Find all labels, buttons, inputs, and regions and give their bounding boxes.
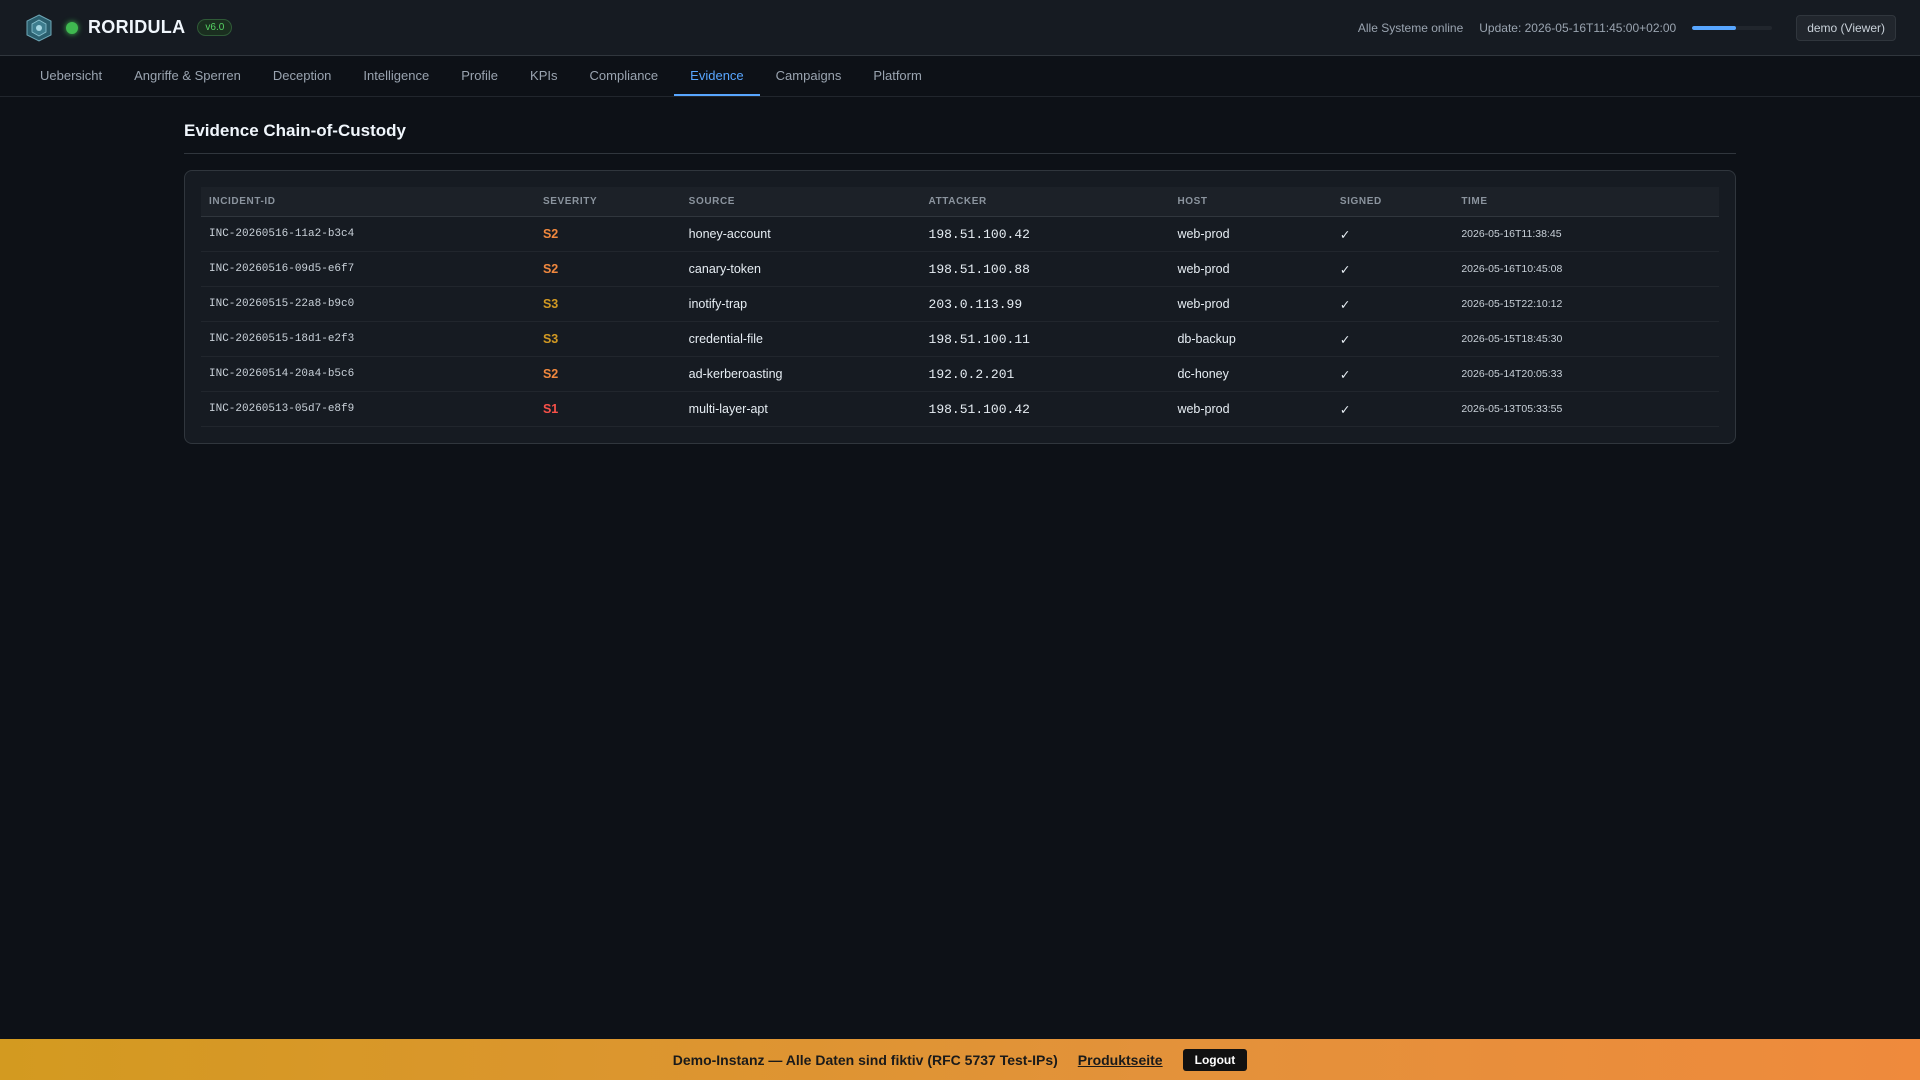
column-header-incident-id[interactable]: INCIDENT-ID xyxy=(201,187,535,217)
attacker-ip-cell: 203.0.113.99 xyxy=(920,286,1170,322)
table-row[interactable]: INC-20260515-18d1-e2f3 S3 credential-file 1… xyxy=(201,321,1719,357)
app-title: RORIDULA xyxy=(88,17,186,37)
time-cell: 2026-05-15T18:45:30 xyxy=(1453,321,1719,357)
attacker-ip-cell: 192.0.2.201 xyxy=(920,356,1170,392)
tab-campaigns[interactable]: Campaigns xyxy=(760,56,858,96)
main-nav: Uebersicht Angriffe & Sperren Deception … xyxy=(0,56,1920,97)
time-cell: 2026-05-15T22:10:12 xyxy=(1453,286,1719,322)
tab-platform[interactable]: Platform xyxy=(857,56,937,96)
refresh-progress-bar xyxy=(1692,25,1773,30)
signed-cell: ✓ xyxy=(1331,391,1454,427)
version-badge: v6.0 xyxy=(197,19,233,36)
tab-angriffe-sperren[interactable]: Angriffe & Sperren xyxy=(118,56,257,96)
host-cell: web-prod xyxy=(1169,391,1332,427)
signed-cell: ✓ xyxy=(1331,321,1454,357)
attacker-ip-cell: 198.51.100.88 xyxy=(920,251,1170,287)
user-menu-button[interactable]: demo (Viewer) xyxy=(1796,14,1896,41)
system-status-text: Alle Systeme online xyxy=(1357,20,1464,35)
severity-cell: S2 xyxy=(534,251,681,287)
attacker-ip-cell: 198.51.100.11 xyxy=(920,321,1170,357)
host-cell: dc-honey xyxy=(1169,356,1332,392)
column-header-time[interactable]: TIME xyxy=(1453,187,1719,217)
evidence-table: INCIDENT-ID SEVERITY SOURCE ATTACKER HOS… xyxy=(201,187,1719,427)
tab-kpis[interactable]: KPIs xyxy=(514,56,573,96)
tab-compliance[interactable]: Compliance xyxy=(574,56,675,96)
host-cell: web-prod xyxy=(1169,286,1332,322)
tab-uebersicht[interactable]: Uebersicht xyxy=(24,56,118,96)
source-cell: ad-kerberoasting xyxy=(680,356,921,392)
page-title: Evidence Chain-of-Custody xyxy=(184,121,1736,154)
attacker-ip-cell: 198.51.100.42 xyxy=(920,216,1170,252)
time-cell: 2026-05-16T11:38:45 xyxy=(1453,216,1719,252)
product-page-link[interactable]: Produktseite xyxy=(1078,1052,1163,1068)
update-timestamp: Update: 2026-05-16T11:45:00+02:00 xyxy=(1479,20,1677,35)
incident-id-cell: INC-20260515-18d1-e2f3 xyxy=(201,321,535,357)
column-header-signed[interactable]: SIGNED xyxy=(1331,187,1454,217)
time-cell: 2026-05-16T10:45:08 xyxy=(1453,251,1719,287)
tab-profile[interactable]: Profile xyxy=(445,56,514,96)
host-cell: db-backup xyxy=(1169,321,1332,357)
host-cell: web-prod xyxy=(1169,251,1332,287)
demo-banner: Demo-Instanz — Alle Daten sind fiktiv (R… xyxy=(0,1039,1920,1080)
refresh-progress-fill xyxy=(1692,25,1737,30)
tab-evidence[interactable]: Evidence xyxy=(674,56,760,96)
severity-cell: S2 xyxy=(534,216,681,252)
logout-button[interactable]: Logout xyxy=(1182,1048,1248,1071)
severity-cell: S2 xyxy=(534,356,681,392)
signed-cell: ✓ xyxy=(1331,286,1454,322)
demo-notice: Demo-Instanz — Alle Daten sind fiktiv (R… xyxy=(672,1051,1058,1068)
source-cell: credential-file xyxy=(680,321,921,357)
table-header-row: INCIDENT-ID SEVERITY SOURCE ATTACKER HOS… xyxy=(201,187,1719,217)
tab-deception[interactable]: Deception xyxy=(257,56,348,96)
source-cell: canary-token xyxy=(680,251,921,287)
table-row[interactable]: INC-20260514-20a4-b5c6 S2 ad-kerberoasting… xyxy=(201,356,1719,392)
incident-id-cell: INC-20260515-22a8-b9c0 xyxy=(201,286,535,322)
severity-cell: S1 xyxy=(534,391,681,427)
source-cell: multi-layer-apt xyxy=(680,391,921,427)
time-cell: 2026-05-13T05:33:55 xyxy=(1453,391,1719,427)
header-status-area: Alle Systeme online Update: 2026-05-16T1… xyxy=(1357,14,1896,41)
severity-cell: S3 xyxy=(534,321,681,357)
table-body: INC-20260516-11a2-b3c4 S2 honey-account 198… xyxy=(201,216,1719,427)
source-cell: honey-account xyxy=(680,216,921,252)
signed-cell: ✓ xyxy=(1331,216,1454,252)
incident-id-cell: INC-20260516-09d5-e6f7 xyxy=(201,251,535,287)
top-bar: RORIDULA v6.0 Alle Systeme online Update… xyxy=(0,0,1920,56)
incident-id-cell: INC-20260513-05d7-e8f9 xyxy=(201,391,535,427)
online-status-dot xyxy=(66,21,78,34)
incident-id-cell: INC-20260514-20a4-b5c6 xyxy=(201,356,535,392)
table-row[interactable]: INC-20260515-22a8-b9c0 S3 inotify-trap 203.… xyxy=(201,286,1719,322)
brand: RORIDULA v6.0 xyxy=(24,13,233,43)
evidence-table-card: INCIDENT-ID SEVERITY SOURCE ATTACKER HOS… xyxy=(184,170,1736,444)
table-row[interactable]: INC-20260513-05d7-e8f9 S1 multi-layer-apt 1… xyxy=(201,391,1719,427)
incident-id-cell: INC-20260516-11a2-b3c4 xyxy=(201,216,535,252)
attacker-ip-cell: 198.51.100.42 xyxy=(920,391,1170,427)
column-header-attacker[interactable]: ATTACKER xyxy=(920,187,1170,217)
main-content: Evidence Chain-of-Custody INCIDENT-ID SE… xyxy=(184,97,1736,444)
column-header-source[interactable]: SOURCE xyxy=(680,187,921,217)
signed-cell: ✓ xyxy=(1331,356,1454,392)
column-header-host[interactable]: HOST xyxy=(1169,187,1332,217)
severity-cell: S3 xyxy=(534,286,681,322)
host-cell: web-prod xyxy=(1169,216,1332,252)
table-row[interactable]: INC-20260516-11a2-b3c4 S2 honey-account 198… xyxy=(201,216,1719,252)
signed-cell: ✓ xyxy=(1331,251,1454,287)
source-cell: inotify-trap xyxy=(680,286,921,322)
time-cell: 2026-05-14T20:05:33 xyxy=(1453,356,1719,392)
logo-icon xyxy=(26,13,52,42)
tab-intelligence[interactable]: Intelligence xyxy=(347,56,445,96)
column-header-severity[interactable]: SEVERITY xyxy=(534,187,681,217)
table-row[interactable]: INC-20260516-09d5-e6f7 S2 canary-token 198.… xyxy=(201,251,1719,287)
